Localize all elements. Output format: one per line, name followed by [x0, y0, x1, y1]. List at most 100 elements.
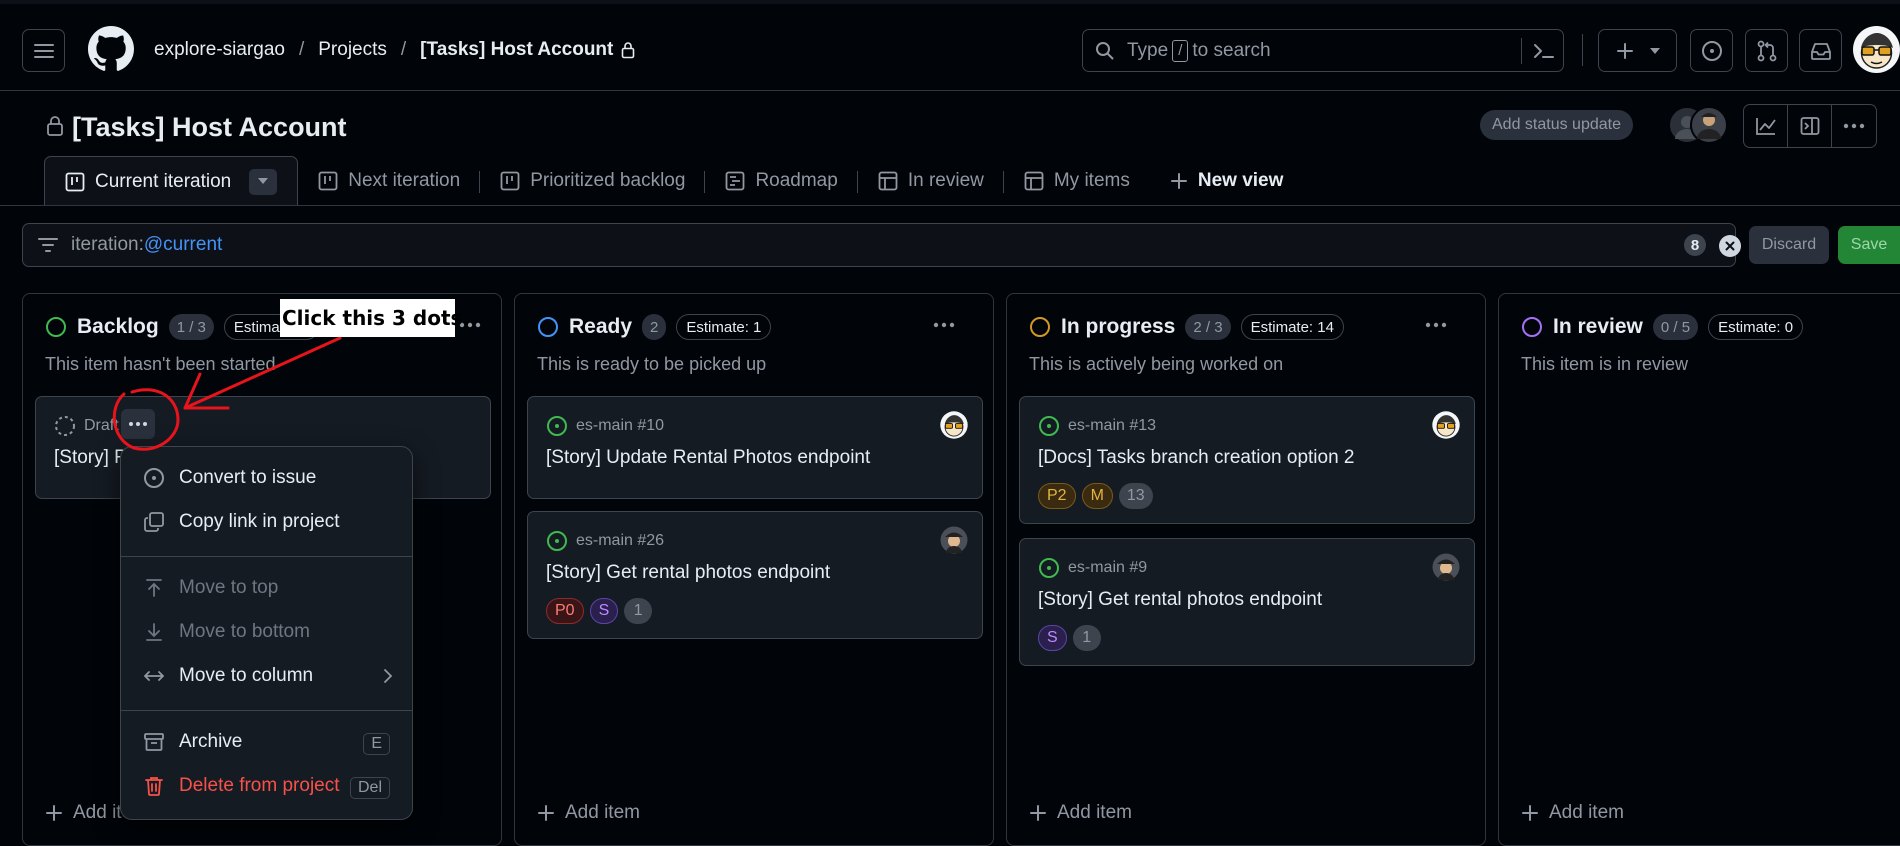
- menu-item-copy-link[interactable]: Copy link in project: [143, 511, 340, 533]
- avatar-sunglasses-icon: [1860, 33, 1893, 69]
- arrow-up-to-top-icon: [146, 579, 162, 597]
- plus-icon: [538, 805, 554, 821]
- column-header: In review 0 / 5 Estimate: 0: [1521, 314, 1804, 340]
- menu-item-move-to-bottom[interactable]: Move to bottom: [143, 621, 310, 643]
- create-new-button[interactable]: [1598, 29, 1677, 72]
- search-divider: [1521, 38, 1522, 64]
- column-estimate: Estimate: 1: [676, 314, 772, 340]
- issue-opened-icon: [1039, 416, 1059, 436]
- board-card[interactable]: es-main #26 [Story] Get rental photos en…: [527, 511, 983, 639]
- kebab-horizontal-icon: [1843, 123, 1865, 129]
- assignee-avatar[interactable]: [1432, 411, 1460, 439]
- add-status-update-button[interactable]: Add status update: [1480, 110, 1633, 140]
- issues-button[interactable]: [1690, 29, 1733, 72]
- column-title: In progress: [1061, 315, 1176, 338]
- size-label[interactable]: S: [589, 598, 619, 624]
- pull-requests-button[interactable]: [1745, 29, 1788, 72]
- plus-icon: [1616, 42, 1633, 59]
- sidebar-expand-icon: [1800, 117, 1819, 135]
- card-meta-text: es-main #13: [1068, 417, 1157, 434]
- avatar-group-icon: [1668, 106, 1728, 144]
- column-more-button[interactable]: [929, 313, 959, 337]
- search-input[interactable]: Type / to search: [1082, 29, 1564, 72]
- menu-divider: [121, 710, 412, 711]
- filter-result-count: 8: [1684, 234, 1706, 256]
- user-avatar[interactable]: [1853, 26, 1900, 73]
- column-header: In progress 2 / 3 Estimate: 14: [1029, 314, 1344, 340]
- size-label[interactable]: S: [1038, 625, 1067, 651]
- assignee-avatar[interactable]: [940, 526, 968, 554]
- search-shortcut-key: /: [1172, 39, 1189, 62]
- menu-item-move-to-column[interactable]: Move to column: [143, 665, 393, 687]
- header-divider: [1582, 34, 1583, 66]
- column-count: 2 / 3: [1185, 314, 1231, 340]
- git-pull-request-icon: [1757, 40, 1776, 61]
- board-card[interactable]: es-main #13 [Docs] Tasks branch creation…: [1019, 396, 1475, 524]
- card-meta: es-main #26: [546, 530, 664, 552]
- size-label[interactable]: M: [1081, 483, 1113, 509]
- assignee-avatar[interactable]: [1432, 553, 1460, 581]
- card-meta-text: es-main #9: [1068, 559, 1148, 576]
- estimate-label[interactable]: 1: [624, 598, 653, 624]
- card-title[interactable]: [Docs] Tasks branch creation option 2: [1038, 447, 1355, 469]
- estimate-label[interactable]: 13: [1118, 483, 1153, 509]
- card-meta: es-main #13: [1038, 415, 1156, 437]
- copy-icon: [144, 512, 164, 532]
- archive-shortcut: E: [363, 733, 390, 755]
- add-item-button[interactable]: Add item: [1521, 802, 1624, 824]
- column-more-button[interactable]: [1421, 313, 1451, 337]
- status-circle-icon: [1522, 317, 1542, 337]
- arrow-both-icon: [143, 671, 165, 681]
- tab-in-review[interactable]: In review: [858, 157, 1004, 205]
- card-labels: P2 M 13: [1038, 483, 1153, 509]
- tab-label: In review: [907, 170, 984, 191]
- tab-label: New view: [1197, 170, 1284, 191]
- archive-icon: [144, 733, 164, 751]
- command-palette-icon[interactable]: [1533, 42, 1555, 60]
- card-labels: S 1: [1038, 625, 1101, 651]
- estimate-label[interactable]: 1: [1072, 625, 1101, 651]
- discard-button[interactable]: Discard: [1749, 226, 1829, 264]
- inbox-button[interactable]: [1799, 29, 1842, 72]
- card-context-menu: Convert to issue Copy link in project Mo…: [120, 446, 413, 820]
- card-title[interactable]: [Story] Get rental photos endpoint: [1038, 589, 1322, 611]
- clear-filter-button[interactable]: [1719, 235, 1741, 257]
- board-card[interactable]: es-main #9 [Story] Get rental photos end…: [1019, 538, 1475, 666]
- save-button[interactable]: Save: [1838, 226, 1900, 264]
- insights-button[interactable]: [1744, 105, 1788, 147]
- column-count: 2: [642, 314, 667, 340]
- plus-icon: [1030, 805, 1046, 821]
- add-item-button[interactable]: Add item: [537, 802, 640, 824]
- avatar-sunglasses-icon: [1432, 411, 1460, 439]
- menu-item-label: Move to bottom: [179, 621, 310, 642]
- new-view-button[interactable]: New view: [1150, 157, 1304, 205]
- search-icon: [1096, 41, 1114, 59]
- kebab-horizontal-icon: [933, 322, 955, 328]
- card-meta-text: es-main #26: [576, 532, 665, 549]
- project-more-button[interactable]: [1832, 105, 1876, 147]
- avatar-sunglasses-icon: [940, 411, 968, 439]
- table-icon: [878, 171, 898, 191]
- menu-item-archive[interactable]: Archive: [143, 731, 242, 753]
- delete-shortcut: Del: [349, 777, 390, 799]
- priority-label[interactable]: P0: [546, 598, 584, 624]
- column-title: In review: [1553, 315, 1643, 338]
- collaborator-avatars[interactable]: [1667, 105, 1729, 145]
- tab-my-items[interactable]: My items: [1004, 157, 1150, 205]
- tab-roadmap[interactable]: Roadmap: [705, 157, 858, 205]
- roadmap-icon: [726, 171, 745, 191]
- menu-item-delete[interactable]: Delete from project: [143, 775, 340, 797]
- kebab-horizontal-icon: [1425, 322, 1447, 328]
- add-item-button[interactable]: Add item: [1029, 802, 1132, 824]
- card-title[interactable]: [Story] Get rental photos endpoint: [546, 562, 830, 584]
- inbox-icon: [1810, 42, 1831, 60]
- search-placeholder-suffix: to search: [1192, 39, 1271, 61]
- plus-icon: [1170, 173, 1187, 189]
- graph-icon: [1755, 118, 1776, 135]
- board-column-in-review: In review 0 / 5 Estimate: 0 This item is…: [1498, 293, 1900, 846]
- side-panel-button[interactable]: [1788, 105, 1832, 147]
- issue-opened-icon: [1039, 558, 1059, 578]
- priority-label[interactable]: P2: [1038, 483, 1076, 509]
- menu-item-move-to-top[interactable]: Move to top: [143, 577, 278, 599]
- assignee-avatar[interactable]: [940, 411, 968, 439]
